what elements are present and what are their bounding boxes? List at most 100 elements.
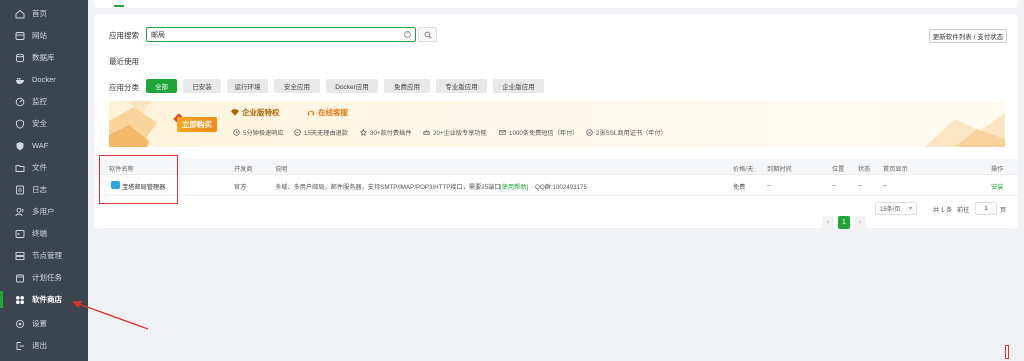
category-runtime[interactable]: 运行环境 [227,79,268,93]
crown-icon [423,129,430,136]
update-software-list-button[interactable]: 更新软件列表 / 支付状态 [929,29,1007,43]
page-size-select[interactable]: 15条/页 ▾ [875,202,917,215]
sidebar-item-label: 数据库 [32,53,55,62]
docker-icon [15,75,25,85]
feature-label: 1000条免费短信（年付） [509,130,579,137]
search-field[interactable]: × [146,27,416,42]
sidebar-item-database[interactable]: 数据库 [0,47,88,68]
sidebar-item-label: 计划任务 [32,273,62,282]
category-pro[interactable]: 专业版应用 [436,79,487,93]
sidebar-item-nodes[interactable]: 节点管理 [0,245,88,266]
feature-item: 5分钟极速响应 [233,128,284,137]
category-security[interactable]: 安全应用 [274,79,320,93]
online-support-link[interactable]: 在线客服 [307,107,348,118]
online-support-label: 在线客服 [318,108,348,117]
app-description: 多域、多用户邮局，邮件服务器，支持SMTP/IMAP/POP3/HTTP接口，需… [275,184,501,191]
category-installed[interactable]: 已安装 [183,79,221,93]
table-header: 软件名称 开发商 说明 价格/天 到期时间 位置 状态 首页显示 操作 [94,159,1018,175]
grid-icon [15,295,25,305]
category-enterprise[interactable]: 企业版应用 [493,79,544,93]
usage-help-link[interactable]: [使用帮助] [500,182,528,191]
column-header: 价格/天 [733,166,754,173]
app-position: -- [832,182,837,189]
sidebar-item-label: 软件商店 [32,295,62,304]
sidebar-item-store[interactable]: 软件商店 [0,289,88,310]
sidebar-item-label: 首页 [32,9,47,18]
diamond-icon [231,109,239,116]
logout-icon [15,341,25,351]
buy-now-button[interactable]: 立即购买 [177,117,217,132]
search-button[interactable] [418,27,437,42]
page-unit: 页 [1000,207,1007,214]
goto-page-input[interactable]: 1 [975,202,997,215]
category-all[interactable]: 全部 [146,79,177,93]
sidebar-item-waf[interactable]: WAF [0,135,88,156]
globe-icon [15,31,25,41]
shield-icon [15,119,25,129]
install-button[interactable]: 安装 [991,182,1003,191]
annotation-corner-mark [1005,345,1009,359]
app-developer: 官方 [234,184,247,191]
calendar-icon [15,273,25,283]
sidebar-item-logout[interactable]: 退出 [0,335,88,356]
total-count: 共 1 条 [933,207,953,214]
refund-icon [294,129,301,136]
sidebar-item-security[interactable]: 安全 [0,113,88,134]
page-1-button[interactable]: 1 [838,216,850,229]
column-header: 状态 [858,166,871,173]
certificate-icon [586,129,593,136]
database-icon [15,53,25,63]
sidebar-item-label: Docker [32,75,56,84]
sidebar-item-files[interactable]: 文件 [0,157,88,178]
column-header: 说明 [275,166,288,173]
sidebar-item-label: 设置 [32,319,47,328]
category-docker[interactable]: Docker应用 [326,79,378,93]
folder-icon [15,163,25,173]
feature-item: 2张SSL商用证书（年付） [586,128,667,137]
sidebar-item-home[interactable]: 首页 [0,3,88,24]
search-input[interactable] [151,29,401,40]
banner-decoration [109,101,157,147]
sidebar-item-label: 多用户 [32,207,55,216]
users-icon [15,207,25,217]
feature-item: 1000条免费短信（年付） [499,128,578,137]
software-store-panel: 应用搜索 × 更新软件列表 / 支付状态 最近使用 应用分类 全部 已安装 运行… [94,14,1018,229]
clock-icon [233,129,240,136]
enterprise-privilege-title: 企业版特权 [231,107,280,118]
app-homepage: -- [883,182,888,189]
feature-label: 20+企业版专享功能 [433,130,487,137]
table-row[interactable]: 宝塔邮局管理器 官方 多域、多用户邮局，邮件服务器，支持SMTP/IMAP/PO… [94,176,1018,196]
sidebar-item-users[interactable]: 多用户 [0,201,88,222]
home-icon [15,9,25,19]
sidebar-item-terminal[interactable]: 终端 [0,223,88,244]
sidebar-item-label: 安全 [32,119,47,128]
feature-label: 30+款付费插件 [370,130,412,137]
feature-item: 30+款付费插件 [360,128,411,137]
clear-icon[interactable]: × [404,31,411,38]
sidebar-item-docker[interactable]: Docker [0,69,88,90]
sidebar-item-settings[interactable]: 设置 [0,313,88,334]
sidebar-item-label: 日志 [32,185,47,194]
active-tab-indicator [114,5,124,7]
app-status: -- [858,182,863,189]
search-label: 应用搜索 [109,31,139,40]
next-page-button[interactable]: › [854,216,866,229]
sidebar-item-website[interactable]: 网站 [0,25,88,46]
feature-label: 2张SSL商用证书（年付） [596,130,667,137]
prev-page-button[interactable]: ‹ [822,216,834,229]
feature-label: 5分钟极速响应 [243,130,284,137]
category-free[interactable]: 免费应用 [384,79,430,93]
annotation-highlight-box [99,155,178,204]
column-header: 操作 [991,166,1004,173]
node-icon [15,251,25,261]
search-icon [424,31,431,38]
enterprise-promo-banner: 立即购买 企业版特权 在线客服 5分钟极速响应 15天无理由退款 30+款付费插… [109,101,1005,147]
sidebar-item-logs[interactable]: 日志 [0,179,88,200]
sidebar-item-label: 监控 [32,97,47,106]
sidebar-item-cron[interactable]: 计划任务 [0,267,88,288]
waf-icon [15,141,25,151]
sidebar: 首页 网站 数据库 Docker 监控 安全 WAF 文件 日志 多用户 终端 [0,0,88,361]
headset-icon [307,110,315,115]
sidebar-item-monitor[interactable]: 监控 [0,91,88,112]
column-header: 开发商 [234,166,253,173]
